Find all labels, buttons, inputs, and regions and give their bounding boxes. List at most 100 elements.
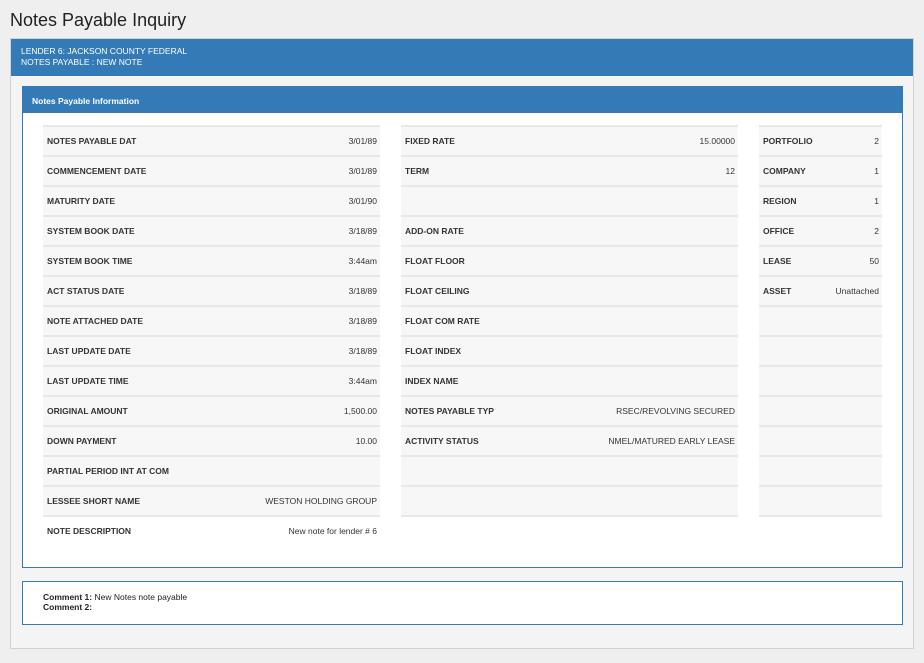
field-label: SYSTEM BOOK DATE [47, 226, 135, 236]
field-label: ADD-ON RATE [405, 226, 464, 236]
field-value: 3/01/89 [348, 136, 377, 146]
comment-row: Comment 2: [43, 602, 902, 612]
field-row: FLOAT INDEX [401, 335, 738, 365]
field-row: NOTES PAYABLE DAT 3/01/89 [43, 125, 380, 155]
field-row: LAST UPDATE TIME 3:44am [43, 365, 380, 395]
field-column-3: PORTFOLIO 2 COMPANY 1 REGION 1 OFFICE 2 LEASE 50 A… [759, 125, 882, 545]
field-label: ACT STATUS DATE [47, 286, 125, 296]
field-row: NOTES PAYABLE TYP RSEC/REVOLVING SECURED [401, 395, 738, 425]
field-row: ACT STATUS DATE 3/18/89 [43, 275, 380, 305]
field-row [759, 365, 882, 395]
field-row: NOTE ATTACHED DATE 3/18/89 [43, 305, 380, 335]
field-label: SYSTEM BOOK TIME [47, 256, 133, 266]
field-label: LESSEE SHORT NAME [47, 496, 141, 506]
field-row: ADD-ON RATE [401, 215, 738, 245]
field-row: FLOAT CEILING [401, 275, 738, 305]
inquiry-container: LENDER 6: JACKSON COUNTY FEDERAL NOTES P… [10, 38, 914, 649]
field-row: TERM 12 [401, 155, 738, 185]
field-label: NOTE DESCRIPTION [47, 526, 132, 536]
field-value: NMEL/MATURED EARLY LEASE [608, 436, 735, 446]
field-label: NOTES PAYABLE DAT [47, 136, 137, 146]
field-value: 3/01/89 [348, 166, 377, 176]
field-row: INDEX NAME [401, 365, 738, 395]
comment-text: New Notes note payable [94, 592, 188, 602]
field-row [759, 515, 882, 545]
field-value: 3/18/89 [348, 346, 377, 356]
field-row: ASSET Unattached [759, 275, 882, 305]
field-label: PORTFOLIO [763, 136, 813, 146]
field-value: 3:44am [348, 256, 377, 266]
field-row [759, 305, 882, 335]
field-row: REGION 1 [759, 185, 882, 215]
field-label: OFFICE [763, 226, 795, 236]
field-label: ORIGINAL AMOUNT [47, 406, 128, 416]
field-label: LAST UPDATE DATE [47, 346, 131, 356]
field-label: FIXED RATE [405, 136, 455, 146]
field-row [759, 335, 882, 365]
field-label: NOTES PAYABLE TYP [405, 406, 494, 416]
comment-label: Comment 2: [43, 602, 93, 612]
field-row: LAST UPDATE DATE 3/18/89 [43, 335, 380, 365]
field-row [759, 485, 882, 515]
field-row [759, 395, 882, 425]
field-row [401, 455, 738, 485]
field-row [401, 515, 738, 545]
field-row: OFFICE 2 [759, 215, 882, 245]
field-row: MATURITY DATE 3/01/90 [43, 185, 380, 215]
notes-payable-info-panel: Notes Payable Information NOTES PAYABLE … [22, 86, 903, 568]
field-value: 3/18/89 [348, 316, 377, 326]
field-row: ACTIVITY STATUS NMEL/MATURED EARLY LEASE [401, 425, 738, 455]
field-column-1: NOTES PAYABLE DAT 3/01/89 COMMENCEMENT DAT… [43, 125, 380, 545]
field-label: NOTE ATTACHED DATE [47, 316, 144, 326]
field-row: COMMENCEMENT DATE 3/01/89 [43, 155, 380, 185]
field-label: INDEX NAME [405, 376, 459, 386]
field-row: COMPANY 1 [759, 155, 882, 185]
notes-payable-line: NOTES PAYABLE : NEW NOTE [21, 57, 143, 67]
field-value: 10.00 [355, 436, 377, 446]
comments-panel: Comment 1: New Notes note payable Commen… [22, 581, 903, 625]
field-label: ASSET [763, 286, 792, 296]
field-row: PARTIAL PERIOD INT AT COM [43, 455, 380, 485]
field-label: FLOAT FLOOR [405, 256, 465, 266]
field-label: FLOAT CEILING [405, 286, 470, 296]
field-row: ORIGINAL AMOUNT 1,500.00 [43, 395, 380, 425]
field-value: 2 [874, 136, 879, 146]
field-value: 1,500.00 [343, 406, 377, 416]
field-row [401, 485, 738, 515]
field-label: MATURITY DATE [47, 196, 115, 206]
field-label: FLOAT COM RATE [405, 316, 480, 326]
field-row: LESSEE SHORT NAME WESTON HOLDING GROUP [43, 485, 380, 515]
field-label: LEASE [763, 256, 792, 266]
field-row: LEASE 50 [759, 245, 882, 275]
field-row: NOTE DESCRIPTION New note for lender # 6 [43, 515, 380, 545]
field-value: Unattached [835, 286, 879, 296]
field-row: FIXED RATE 15.00000 [401, 125, 738, 155]
field-label: LAST UPDATE TIME [47, 376, 129, 386]
field-row: SYSTEM BOOK DATE 3/18/89 [43, 215, 380, 245]
field-value: WESTON HOLDING GROUP [265, 496, 377, 506]
field-label: TERM [405, 166, 430, 176]
field-column-2: FIXED RATE 15.00000 TERM 12 ADD-ON RATE FLOAT… [401, 125, 738, 545]
field-row: PORTFOLIO 2 [759, 125, 882, 155]
field-row: FLOAT FLOOR [401, 245, 738, 275]
field-value: 50 [869, 256, 879, 266]
field-value: 3:44am [348, 376, 377, 386]
field-value: 3/01/90 [348, 196, 377, 206]
field-value: 1 [874, 166, 879, 176]
field-label: PARTIAL PERIOD INT AT COM [47, 466, 169, 476]
field-row: FLOAT COM RATE [401, 305, 738, 335]
field-row [759, 425, 882, 455]
field-value: 3/18/89 [348, 226, 377, 236]
field-value: 1 [874, 196, 879, 206]
field-row: DOWN PAYMENT 10.00 [43, 425, 380, 455]
lender-header: LENDER 6: JACKSON COUNTY FEDERAL NOTES P… [11, 39, 913, 76]
page-title: Notes Payable Inquiry [10, 10, 187, 30]
field-row: SYSTEM BOOK TIME 3:44am [43, 245, 380, 275]
field-label: ACTIVITY STATUS [405, 436, 479, 446]
comment-row: Comment 1: New Notes note payable [43, 592, 902, 602]
field-value: 12 [725, 166, 735, 176]
field-value: New note for lender # 6 [288, 526, 377, 536]
field-label: REGION [763, 196, 797, 206]
field-label: COMMENCEMENT DATE [47, 166, 147, 176]
panel-heading: Notes Payable Information [23, 87, 902, 113]
